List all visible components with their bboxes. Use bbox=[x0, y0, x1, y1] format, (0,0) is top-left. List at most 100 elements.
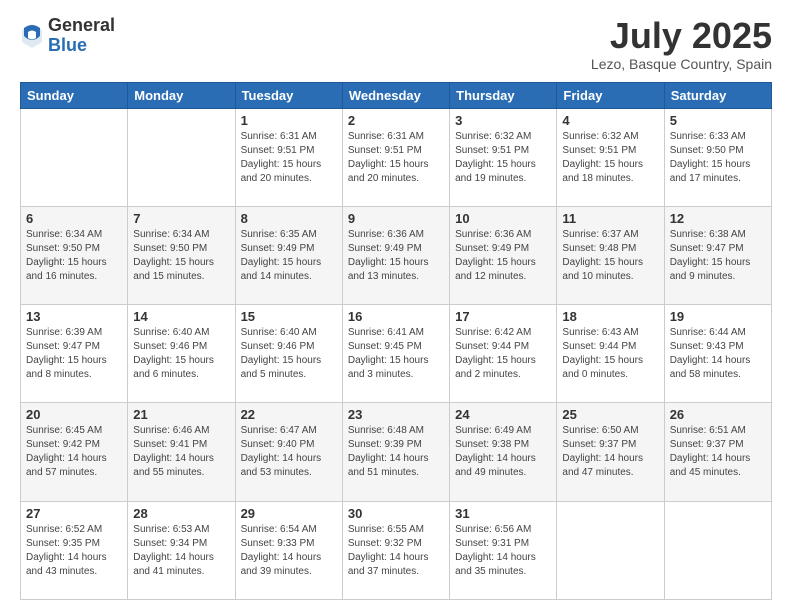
day-number: 21 bbox=[133, 407, 229, 422]
day-number: 20 bbox=[26, 407, 122, 422]
logo-icon bbox=[20, 22, 44, 50]
calendar-cell: 18Sunrise: 6:43 AMSunset: 9:44 PMDayligh… bbox=[557, 305, 664, 403]
day-info: Sunrise: 6:40 AMSunset: 9:46 PMDaylight:… bbox=[241, 326, 337, 382]
day-header-saturday: Saturday bbox=[664, 82, 771, 108]
day-info: Sunrise: 6:56 AMSunset: 9:31 PMDaylight:… bbox=[455, 523, 551, 579]
day-number: 13 bbox=[26, 309, 122, 324]
day-header-monday: Monday bbox=[128, 82, 235, 108]
day-info: Sunrise: 6:35 AMSunset: 9:49 PMDaylight:… bbox=[241, 228, 337, 284]
calendar-cell: 10Sunrise: 6:36 AMSunset: 9:49 PMDayligh… bbox=[450, 206, 557, 304]
calendar-cell: 9 Sunrise: 6:36 AMSunset: 9:49 PMDaylight… bbox=[342, 206, 449, 304]
day-number: 7 bbox=[133, 211, 229, 226]
day-info: Sunrise: 6:42 AMSunset: 9:44 PMDaylight:… bbox=[455, 326, 551, 382]
calendar-cell: 8 Sunrise: 6:35 AMSunset: 9:49 PMDaylight… bbox=[235, 206, 342, 304]
day-info: Sunrise: 6:45 AMSunset: 9:42 PMDaylight:… bbox=[26, 424, 122, 480]
day-info: Sunrise: 6:49 AMSunset: 9:38 PMDaylight:… bbox=[455, 424, 551, 480]
calendar-cell: 17 Sunrise: 6:42 AMSunset: 9:44 PMDayligh… bbox=[450, 305, 557, 403]
calendar-cell: 16 Sunrise: 6:41 AMSunset: 9:45 PMDayligh… bbox=[342, 305, 449, 403]
day-info: Sunrise: 6:33 AMSunset: 9:50 PMDaylight:… bbox=[670, 130, 766, 186]
day-number: 17 bbox=[455, 309, 551, 324]
calendar-cell: 7 Sunrise: 6:34 AMSunset: 9:50 PMDaylight… bbox=[128, 206, 235, 304]
day-number: 2 bbox=[348, 113, 444, 128]
day-number: 11 bbox=[562, 211, 658, 226]
day-info: Sunrise: 6:39 AMSunset: 9:47 PMDaylight:… bbox=[26, 326, 122, 382]
calendar-cell: 1 Sunrise: 6:31 AMSunset: 9:51 PMDaylight… bbox=[235, 108, 342, 206]
day-info: Sunrise: 6:38 AMSunset: 9:47 PMDaylight:… bbox=[670, 228, 766, 284]
week-row-5: 27 Sunrise: 6:52 AMSunset: 9:35 PMDayligh… bbox=[21, 501, 772, 599]
logo: General Blue bbox=[20, 16, 115, 56]
day-info: Sunrise: 6:37 AMSunset: 9:48 PMDaylight:… bbox=[562, 228, 658, 284]
calendar-cell: 23 Sunrise: 6:48 AMSunset: 9:39 PMDayligh… bbox=[342, 403, 449, 501]
day-number: 9 bbox=[348, 211, 444, 226]
day-number: 24 bbox=[455, 407, 551, 422]
day-number: 25 bbox=[562, 407, 658, 422]
day-info: Sunrise: 6:48 AMSunset: 9:39 PMDaylight:… bbox=[348, 424, 444, 480]
page: General Blue July 2025 Lezo, Basque Coun… bbox=[0, 0, 792, 612]
calendar-cell: 26 Sunrise: 6:51 AMSunset: 9:37 PMDayligh… bbox=[664, 403, 771, 501]
calendar-cell: 2 Sunrise: 6:31 AMSunset: 9:51 PMDaylight… bbox=[342, 108, 449, 206]
calendar-cell: 11 Sunrise: 6:37 AMSunset: 9:48 PMDayligh… bbox=[557, 206, 664, 304]
day-number: 18 bbox=[562, 309, 658, 324]
logo-blue: Blue bbox=[48, 36, 115, 56]
calendar-cell bbox=[557, 501, 664, 599]
month-title: July 2025 bbox=[591, 16, 772, 56]
calendar-cell: 13 Sunrise: 6:39 AMSunset: 9:47 PMDayligh… bbox=[21, 305, 128, 403]
day-info: Sunrise: 6:32 AMSunset: 9:51 PMDaylight:… bbox=[562, 130, 658, 186]
calendar-cell: 3 Sunrise: 6:32 AMSunset: 9:51 PMDaylight… bbox=[450, 108, 557, 206]
location: Lezo, Basque Country, Spain bbox=[591, 56, 772, 72]
calendar: SundayMondayTuesdayWednesdayThursdayFrid… bbox=[20, 82, 772, 600]
calendar-cell: 21 Sunrise: 6:46 AMSunset: 9:41 PMDayligh… bbox=[128, 403, 235, 501]
logo-text: General Blue bbox=[48, 16, 115, 56]
day-info: Sunrise: 6:31 AMSunset: 9:51 PMDaylight:… bbox=[348, 130, 444, 186]
calendar-cell: 22 Sunrise: 6:47 AMSunset: 9:40 PMDayligh… bbox=[235, 403, 342, 501]
calendar-cell: 19Sunrise: 6:44 AMSunset: 9:43 PMDayligh… bbox=[664, 305, 771, 403]
day-number: 22 bbox=[241, 407, 337, 422]
calendar-cell: 4 Sunrise: 6:32 AMSunset: 9:51 PMDaylight… bbox=[557, 108, 664, 206]
day-info: Sunrise: 6:36 AMSunset: 9:49 PMDaylight:… bbox=[348, 228, 444, 284]
day-header-tuesday: Tuesday bbox=[235, 82, 342, 108]
day-number: 28 bbox=[133, 506, 229, 521]
day-header-thursday: Thursday bbox=[450, 82, 557, 108]
day-info: Sunrise: 6:31 AMSunset: 9:51 PMDaylight:… bbox=[241, 130, 337, 186]
day-number: 1 bbox=[241, 113, 337, 128]
title-area: July 2025 Lezo, Basque Country, Spain bbox=[591, 16, 772, 72]
day-info: Sunrise: 6:36 AMSunset: 9:49 PMDaylight:… bbox=[455, 228, 551, 284]
day-info: Sunrise: 6:34 AMSunset: 9:50 PMDaylight:… bbox=[26, 228, 122, 284]
day-info: Sunrise: 6:46 AMSunset: 9:41 PMDaylight:… bbox=[133, 424, 229, 480]
day-number: 3 bbox=[455, 113, 551, 128]
week-row-4: 20 Sunrise: 6:45 AMSunset: 9:42 PMDayligh… bbox=[21, 403, 772, 501]
calendar-cell: 12Sunrise: 6:38 AMSunset: 9:47 PMDayligh… bbox=[664, 206, 771, 304]
day-number: 19 bbox=[670, 309, 766, 324]
header: General Blue July 2025 Lezo, Basque Coun… bbox=[20, 16, 772, 72]
day-number: 8 bbox=[241, 211, 337, 226]
day-number: 23 bbox=[348, 407, 444, 422]
day-info: Sunrise: 6:32 AMSunset: 9:51 PMDaylight:… bbox=[455, 130, 551, 186]
day-info: Sunrise: 6:52 AMSunset: 9:35 PMDaylight:… bbox=[26, 523, 122, 579]
day-info: Sunrise: 6:34 AMSunset: 9:50 PMDaylight:… bbox=[133, 228, 229, 284]
day-number: 4 bbox=[562, 113, 658, 128]
day-info: Sunrise: 6:47 AMSunset: 9:40 PMDaylight:… bbox=[241, 424, 337, 480]
day-header-sunday: Sunday bbox=[21, 82, 128, 108]
day-info: Sunrise: 6:55 AMSunset: 9:32 PMDaylight:… bbox=[348, 523, 444, 579]
day-number: 26 bbox=[670, 407, 766, 422]
calendar-cell bbox=[664, 501, 771, 599]
day-number: 16 bbox=[348, 309, 444, 324]
day-header-friday: Friday bbox=[557, 82, 664, 108]
day-number: 29 bbox=[241, 506, 337, 521]
day-number: 14 bbox=[133, 309, 229, 324]
day-info: Sunrise: 6:40 AMSunset: 9:46 PMDaylight:… bbox=[133, 326, 229, 382]
calendar-cell: 20 Sunrise: 6:45 AMSunset: 9:42 PMDayligh… bbox=[21, 403, 128, 501]
calendar-cell: 15Sunrise: 6:40 AMSunset: 9:46 PMDayligh… bbox=[235, 305, 342, 403]
calendar-cell: 31Sunrise: 6:56 AMSunset: 9:31 PMDayligh… bbox=[450, 501, 557, 599]
day-info: Sunrise: 6:51 AMSunset: 9:37 PMDaylight:… bbox=[670, 424, 766, 480]
calendar-cell: 30Sunrise: 6:55 AMSunset: 9:32 PMDayligh… bbox=[342, 501, 449, 599]
calendar-cell: 14 Sunrise: 6:40 AMSunset: 9:46 PMDayligh… bbox=[128, 305, 235, 403]
day-number: 6 bbox=[26, 211, 122, 226]
day-info: Sunrise: 6:54 AMSunset: 9:33 PMDaylight:… bbox=[241, 523, 337, 579]
calendar-cell: 6 Sunrise: 6:34 AMSunset: 9:50 PMDaylight… bbox=[21, 206, 128, 304]
day-header-wednesday: Wednesday bbox=[342, 82, 449, 108]
logo-general: General bbox=[48, 16, 115, 36]
calendar-cell: 28Sunrise: 6:53 AMSunset: 9:34 PMDayligh… bbox=[128, 501, 235, 599]
day-number: 27 bbox=[26, 506, 122, 521]
day-info: Sunrise: 6:41 AMSunset: 9:45 PMDaylight:… bbox=[348, 326, 444, 382]
